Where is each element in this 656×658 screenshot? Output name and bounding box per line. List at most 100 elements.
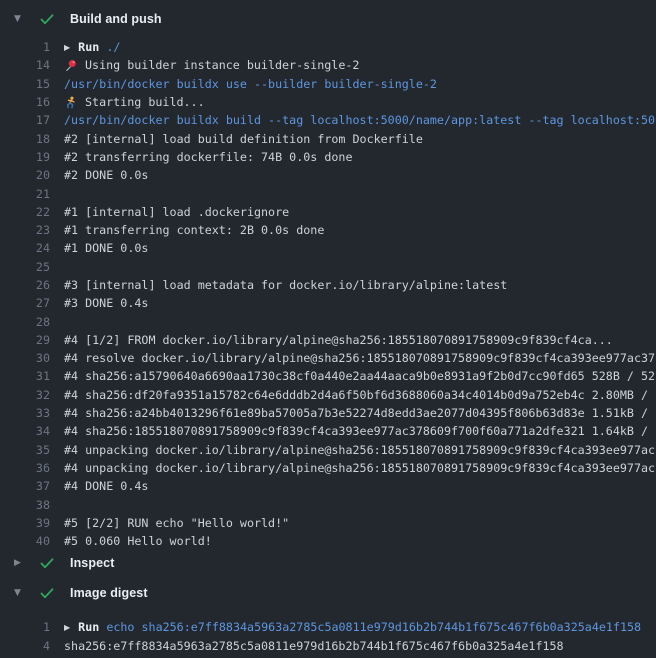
line-number[interactable]: 31 (0, 369, 50, 383)
line-number[interactable]: 34 (0, 424, 50, 438)
log-line-content: #4 sha256:a15790640a6690aa1730c38cf0a440… (64, 369, 656, 383)
line-number[interactable]: 37 (0, 479, 50, 493)
pushpin-icon (64, 59, 77, 72)
line-number[interactable]: 20 (0, 168, 50, 182)
line-number[interactable]: 4 (0, 639, 50, 653)
log-line-content: #1 transferring context: 2B 0.0s done (64, 223, 656, 237)
line-number[interactable]: 14 (0, 58, 50, 72)
log-text-plain: #4 sha256:df20fa9351a15782c64e6dddb2d4a6… (64, 388, 655, 402)
log-line-content: #1 DONE 0.0s (64, 241, 656, 255)
log-text-run: Run (78, 620, 106, 634)
log-line-content: sha256:e7ff8834a5963a2785c5a0811e979d16b… (64, 639, 656, 653)
line-number[interactable]: 27 (0, 296, 50, 310)
line-number[interactable]: 28 (0, 315, 50, 329)
log-text-plain: #4 sha256:a24bb4013296f61e89ba57005a7b3e… (64, 406, 655, 420)
log-text-plain: #4 sha256:185518070891758909c9f839cf4ca3… (64, 424, 655, 438)
line-number[interactable]: 17 (0, 113, 50, 127)
log-line: 23 #1 transferring context: 2B 0.0s done (0, 221, 656, 239)
log-text-cmd: /usr/bin/docker buildx use --builder bui… (64, 77, 437, 91)
log-text-plain: #1 DONE 0.0s (64, 241, 148, 255)
log-text-cmd: /usr/bin/docker buildx build --tag local… (64, 113, 655, 127)
log-line-content: #4 [1/2] FROM docker.io/library/alpine@s… (64, 333, 656, 347)
expand-line-group-icon[interactable]: ▶ (64, 623, 70, 632)
log-line-content: #2 transferring dockerfile: 74B 0.0s don… (64, 150, 656, 164)
log-text-cmd: echo sha256:e7ff8834a5963a2785c5a0811e97… (106, 620, 641, 634)
log-line-content: #4 resolve docker.io/library/alpine@sha2… (64, 351, 656, 365)
log-line: 19 #2 transferring dockerfile: 74B 0.0s d… (0, 148, 656, 166)
success-check-icon (40, 588, 56, 599)
log-text-plain: #4 resolve docker.io/library/alpine@sha2… (64, 351, 655, 365)
section-title: Image digest (70, 586, 148, 600)
line-number[interactable]: 22 (0, 205, 50, 219)
workflow-log-viewer: ▼Build and push1▶Run ./14Using builder i… (0, 0, 656, 658)
section-title: Build and push (70, 12, 162, 26)
log-line-content: #2 [internal] load build definition from… (64, 132, 656, 146)
log-text-cmd: ./ (106, 40, 120, 54)
line-number[interactable]: 39 (0, 516, 50, 530)
log-line: 27 #3 DONE 0.4s (0, 294, 656, 312)
log-line: 36 #4 unpacking docker.io/library/alpine@… (0, 459, 656, 477)
section-header-build-and-push[interactable]: ▼ Build and push (0, 6, 656, 32)
line-number[interactable]: 19 (0, 150, 50, 164)
chevron-down-icon: ▼ (14, 15, 27, 24)
log-text-run: Run (78, 40, 106, 54)
log-line-content: #3 [internal] load metadata for docker.i… (64, 278, 656, 292)
line-number[interactable]: 18 (0, 132, 50, 146)
line-number[interactable]: 15 (0, 77, 50, 91)
log-line-content: #2 DONE 0.0s (64, 168, 656, 182)
runner-icon (64, 96, 77, 109)
log-line-content: #3 DONE 0.4s (64, 296, 656, 310)
line-number[interactable]: 33 (0, 406, 50, 420)
expand-line-group-icon[interactable]: ▶ (64, 43, 70, 52)
log-line-content: #1 [internal] load .dockerignore (64, 205, 656, 219)
log-text-plain: Using builder instance builder-single-2 (85, 58, 359, 72)
log-line: 40 #5 0.060 Hello world! (0, 532, 656, 550)
line-number[interactable]: 32 (0, 388, 50, 402)
log-line: 18 #2 [internal] load build definition fr… (0, 129, 656, 147)
line-number[interactable]: 1 (0, 40, 50, 54)
line-number[interactable]: 24 (0, 241, 50, 255)
log-text-plain: #3 [internal] load metadata for docker.i… (64, 278, 507, 292)
log-text-plain: #1 transferring context: 2B 0.0s done (64, 223, 324, 237)
log-text-plain: #5 0.060 Hello world! (64, 534, 212, 548)
line-number[interactable]: 1 (0, 620, 50, 634)
log-text-plain: #4 DONE 0.4s (64, 479, 148, 493)
line-number[interactable]: 26 (0, 278, 50, 292)
log-line: 38 (0, 495, 656, 513)
log-line: 31 #4 sha256:a15790640a6690aa1730c38cf0a4… (0, 367, 656, 385)
log-line-content: /usr/bin/docker buildx use --builder bui… (64, 77, 656, 91)
line-number[interactable]: 38 (0, 498, 50, 512)
log-line-content: ▶ Run ./ (64, 40, 656, 54)
log-text-plain: #2 DONE 0.0s (64, 168, 148, 182)
log-line: 29 #4 [1/2] FROM docker.io/library/alpine… (0, 331, 656, 349)
log-block-image-digest: 1 ▶ Run echo sha256:e7ff8834a5963a2785c5a0… (0, 606, 656, 655)
log-line-content: ▶ Run echo sha256:e7ff8834a5963a2785c5a08… (64, 620, 656, 634)
log-line-content: #4 unpacking docker.io/library/alpine@sh… (64, 461, 656, 475)
log-line: 4 sha256:e7ff8834a5963a2785c5a0811e979d16… (0, 637, 656, 655)
section-header-inspect[interactable]: ▶Inspect (0, 550, 656, 576)
log-line: 25 (0, 258, 656, 276)
line-number[interactable]: 40 (0, 534, 50, 548)
line-number[interactable]: 16 (0, 95, 50, 109)
line-number[interactable]: 35 (0, 443, 50, 457)
log-line: 16 Starting build... (0, 93, 656, 111)
log-text-plain: #4 [1/2] FROM docker.io/library/alpine@s… (64, 333, 613, 347)
line-number[interactable]: 21 (0, 187, 50, 201)
log-line: 14 Using builder instance builder-single-… (0, 56, 656, 74)
log-text-plain: #4 unpacking docker.io/library/alpine@sh… (64, 443, 655, 457)
log-line-content: /usr/bin/docker buildx build --tag local… (64, 113, 656, 127)
section-header-image-digest[interactable]: ▼Image digest (0, 580, 656, 606)
log-text-plain: Starting build... (85, 95, 205, 109)
line-number[interactable]: 23 (0, 223, 50, 237)
log-line: 35 #4 unpacking docker.io/library/alpine@… (0, 441, 656, 459)
section-title: Inspect (70, 556, 114, 570)
line-number[interactable]: 30 (0, 351, 50, 365)
success-check-icon (40, 14, 56, 25)
log-line: 37 #4 DONE 0.4s (0, 477, 656, 495)
log-line-content: #4 unpacking docker.io/library/alpine@sh… (64, 443, 656, 457)
line-number[interactable]: 29 (0, 333, 50, 347)
line-number[interactable]: 36 (0, 461, 50, 475)
log-line-content: #5 0.060 Hello world! (64, 534, 656, 548)
log-line: 15/usr/bin/docker buildx use --builder b… (0, 75, 656, 93)
line-number[interactable]: 25 (0, 260, 50, 274)
